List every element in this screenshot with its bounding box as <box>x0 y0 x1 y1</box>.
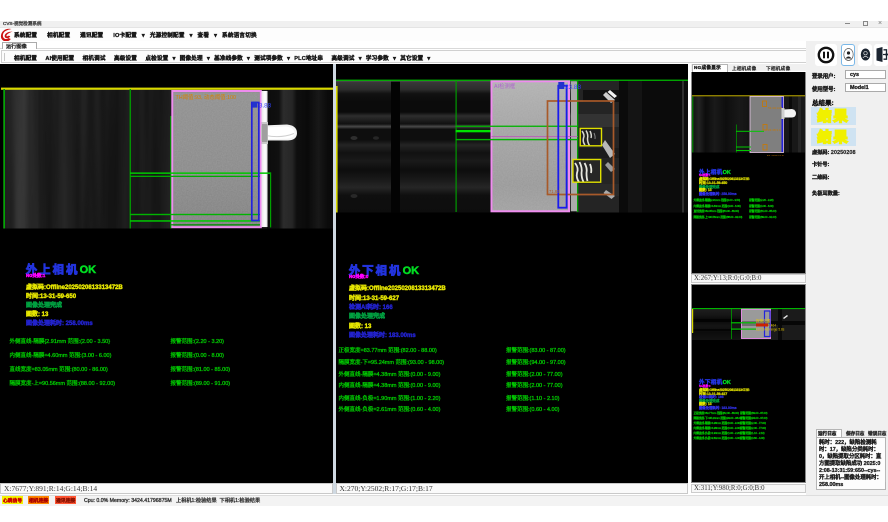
svg-text:53.40;14.8: 53.40;14.8 <box>768 106 783 110</box>
svg-text:AI检测框: AI检测框 <box>494 82 516 90</box>
svg-text:53.40;54.0;8: 53.40;54.0;8 <box>767 154 784 156</box>
svg-text:23.88: 23.88 <box>565 84 581 91</box>
svg-text:TH阈值:93, 动态阈值:100: TH阈值:93, 动态阈值:100 <box>176 93 237 101</box>
svg-text:报警范围: 报警范围 <box>756 318 771 323</box>
svg-text:12.CS43 range 5.8s: 12.CS43 range 5.8s <box>756 328 785 332</box>
svg-text:3.88: 3.88 <box>259 102 272 109</box>
svg-text:71.63: 71.63 <box>549 189 560 194</box>
svg-text:23.48;3.4: 23.48;3.4 <box>768 128 781 132</box>
